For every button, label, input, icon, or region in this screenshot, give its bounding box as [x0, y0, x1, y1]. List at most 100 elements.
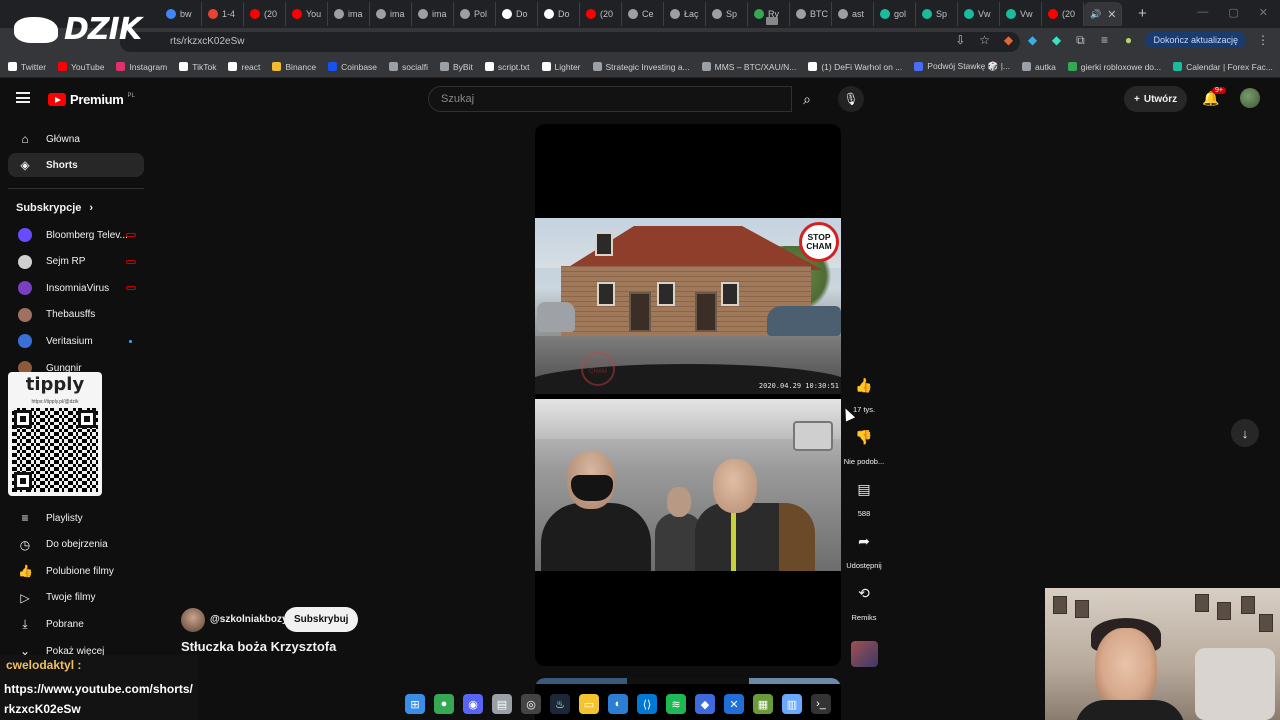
sidebar-item-library[interactable]: ◷ Do obejrzenia — [8, 533, 144, 557]
bookmark-item[interactable]: autka — [1022, 62, 1056, 72]
sidebar-item-shorts[interactable]: ◈ Shorts — [8, 153, 144, 177]
sidebar-item-library[interactable]: 👍 Polubione filmy — [8, 559, 144, 583]
browser-tab[interactable]: ast — [832, 2, 874, 26]
browser-tab[interactable]: bw — [160, 2, 202, 26]
browser-tab[interactable]: ima — [370, 2, 412, 26]
browser-tab[interactable]: Pol — [454, 2, 496, 26]
sidebar-item-library[interactable]: ▷ Twoje filmy — [8, 586, 144, 610]
bookmark-item[interactable]: (1) DeFi Warhol on ... — [808, 62, 902, 72]
search-button[interactable]: ⌕ — [792, 86, 822, 112]
subscription-item[interactable]: Thebausffs — [8, 303, 144, 327]
excel-icon[interactable]: ✕ — [724, 694, 744, 714]
bookmark-item[interactable]: Instagram — [116, 62, 167, 72]
account-avatar[interactable] — [1240, 88, 1260, 108]
bookmark-item[interactable]: Twitter — [8, 62, 46, 72]
install-icon[interactable]: ⇩ — [953, 33, 967, 47]
obs-icon[interactable]: ◎ — [521, 694, 541, 714]
sidebar-item-gwna[interactable]: ⌂ Główna — [8, 127, 144, 151]
browser-tab[interactable]: You — [286, 2, 328, 26]
app-icon[interactable]: ◐ — [608, 694, 628, 714]
browser-tab[interactable]: 1-4 — [202, 2, 244, 26]
extension-icon[interactable]: ◆ — [1025, 33, 1039, 47]
browser-tab[interactable]: Do — [538, 2, 580, 26]
discord-icon[interactable]: ◉ — [463, 694, 483, 714]
spotify-icon[interactable]: ≋ — [666, 694, 686, 714]
browser-tab[interactable]: Sp — [706, 2, 748, 26]
channel-avatar[interactable] — [181, 608, 205, 632]
channel-thumbnail[interactable] — [851, 641, 878, 667]
keyboard-icon[interactable] — [766, 17, 778, 25]
app2-icon[interactable]: ◆ — [695, 694, 715, 714]
comments-button[interactable]: ▤ — [848, 473, 880, 505]
browser-tab[interactable]: gol — [874, 2, 916, 26]
chrome-icon[interactable]: ● — [434, 694, 454, 714]
notepad-icon[interactable]: ▤ — [492, 694, 512, 714]
vscode-icon[interactable]: ⟨⟩ — [637, 694, 657, 714]
bookmark-item[interactable]: MMS – BTC/XAU/N... — [701, 62, 796, 72]
reading-list-icon[interactable]: ≡ — [1097, 33, 1111, 47]
terminal-icon[interactable]: ›_ — [811, 694, 831, 714]
bookmark-item[interactable]: Coinbase — [328, 62, 377, 72]
share-button[interactable]: ➦ — [848, 525, 880, 557]
bookmark-star-icon[interactable]: ☆ — [977, 33, 991, 47]
subscriptions-header[interactable]: Subskrypcje › — [16, 202, 93, 214]
short-video-player[interactable]: STOP CHAM STOP CHAM 2020.04.29 10:30:51 — [535, 124, 841, 666]
profile-icon[interactable]: ● — [1121, 33, 1135, 47]
subscription-item[interactable]: Bloomberg Telev... — [8, 223, 144, 247]
menu-icon[interactable]: ⋮ — [1256, 33, 1270, 47]
menu-icon[interactable] — [16, 92, 30, 103]
bookmark-item[interactable]: Strategic Investing a... — [592, 62, 690, 72]
browser-tab[interactable]: (20 — [580, 2, 622, 26]
bookmark-item[interactable]: Lighter — [541, 62, 581, 72]
bookmark-item[interactable]: socialfi — [389, 62, 428, 72]
channel-name[interactable]: @szkolniakbozy — [210, 614, 288, 625]
update-button[interactable]: Dokończ aktualizację — [1145, 32, 1246, 48]
new-tab-button[interactable]: + — [1138, 5, 1147, 22]
browser-tab[interactable]: Vw — [958, 2, 1000, 26]
remix-button[interactable]: ⟲ — [848, 577, 880, 609]
browser-tab[interactable]: Sp — [916, 2, 958, 26]
bookmark-item[interactable]: react — [228, 62, 260, 72]
subscription-item[interactable]: Sejm RP — [8, 250, 144, 274]
browser-tab[interactable]: ima — [412, 2, 454, 26]
folder-icon[interactable]: ▭ — [579, 694, 599, 714]
windows-start-icon[interactable]: ⊞ — [405, 694, 425, 714]
voice-search-button[interactable]: 🎙 — [838, 86, 864, 112]
youtube-logo[interactable]: Premium PL — [48, 92, 135, 107]
steam-icon[interactable]: ♨ — [550, 694, 570, 714]
extensions-puzzle-icon[interactable]: ⧉ — [1073, 33, 1087, 48]
subscription-item[interactable]: Veritasium — [8, 329, 144, 353]
minecraft-icon[interactable]: ▦ — [753, 694, 773, 714]
close-tab-icon[interactable]: ✕ — [1107, 8, 1116, 21]
bookmark-item[interactable]: script.txt — [484, 62, 530, 72]
bookmark-item[interactable]: Calendar | Forex Fac... — [1173, 62, 1273, 72]
sidebar-item-library[interactable]: ⤓ Pobrane — [8, 612, 144, 636]
bookmark-item[interactable]: ByBit — [440, 62, 473, 72]
browser-tab[interactable]: Łaç — [664, 2, 706, 26]
bookmark-item[interactable]: YouTube — [58, 62, 104, 72]
browser-tab[interactable]: Ce — [622, 2, 664, 26]
extension-icon[interactable]: ◆ — [1001, 33, 1015, 47]
extension-icon[interactable]: ◆ — [1049, 33, 1063, 47]
create-button[interactable]: + Utwórz — [1124, 86, 1188, 112]
dislike-button[interactable]: 👎 — [848, 421, 880, 453]
bookmark-item[interactable]: Podwój Stawkę 🎲 |... — [914, 61, 1010, 72]
bookmark-item[interactable]: TikTok — [179, 62, 216, 72]
minimize-button[interactable]: — — [1197, 6, 1208, 19]
url-field[interactable]: rts/rkzxcK02eSw — [120, 32, 1020, 52]
browser-tab[interactable]: Do — [496, 2, 538, 26]
browser-tab[interactable]: Vw — [1000, 2, 1042, 26]
browser-tab[interactable]: (20 — [244, 2, 286, 26]
bookmark-item[interactable]: gierki robloxowe do... — [1067, 62, 1161, 72]
notes-icon[interactable]: ▥ — [782, 694, 802, 714]
bookmark-item[interactable]: Binance — [272, 62, 316, 72]
subscribe-button[interactable]: Subskrybuj — [284, 607, 359, 632]
sidebar-item-library[interactable]: ≡ Playlisty — [8, 506, 144, 530]
browser-tab[interactable]: ima — [328, 2, 370, 26]
search-input[interactable]: Szukaj — [428, 86, 792, 112]
short-title[interactable]: Stłuczka boża Krzysztofa — [181, 639, 336, 654]
close-window-button[interactable]: ✕ — [1259, 6, 1268, 19]
browser-tab[interactable]: BTC — [790, 2, 832, 26]
subscription-item[interactable]: InsomniaVirus — [8, 276, 144, 300]
active-browser-tab[interactable]: 🔊 ✕ — [1084, 2, 1122, 26]
